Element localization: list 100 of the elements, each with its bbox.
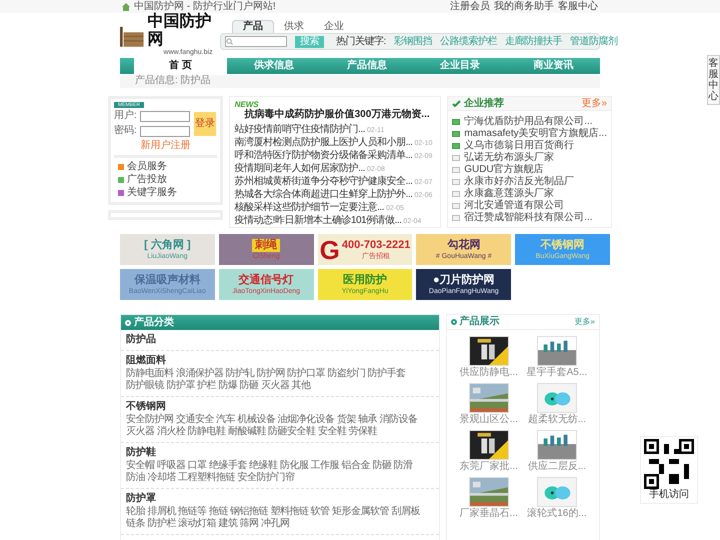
news-link[interactable]: 疫情动态!昨日新增本土确诊101例请做... (234, 215, 402, 227)
category-link[interactable]: 防护栏 (147, 518, 176, 529)
register-link[interactable]: 新用户注册 (140, 140, 190, 152)
login-button[interactable]: 登录 (194, 112, 216, 136)
enterprise-link[interactable]: 永康市好亦洁反光制品厂 (464, 176, 574, 188)
category-link[interactable]: 安全防护网 (126, 414, 174, 425)
category-link[interactable]: 防护轧 (226, 368, 254, 379)
category-link[interactable]: 汽车 (216, 414, 236, 425)
category-link[interactable]: 安全防护门帘 (237, 472, 294, 483)
category-link[interactable]: 铝合金 (341, 460, 370, 471)
category-link[interactable]: 工程塑料拖链 (178, 472, 236, 483)
top-link[interactable]: 我的商务助手 (494, 0, 554, 12)
category-link[interactable]: 矩形金属软管 (332, 506, 389, 517)
nav-tab[interactable]: 产品信息 (320, 58, 414, 74)
category-link[interactable]: 工作服 (310, 460, 340, 471)
category-link[interactable]: 交通安全 (176, 414, 214, 425)
news-link[interactable]: 站好疫情前哨守住疫情防护门... (234, 124, 365, 136)
category-heading[interactable]: 防护品 (126, 334, 434, 346)
category-link[interactable]: 护栏 (197, 380, 216, 391)
more-link[interactable]: 更多» (574, 316, 595, 328)
category-link[interactable]: 灭火器 (260, 380, 290, 391)
product-link[interactable]: 东莞厂家批... (460, 461, 518, 473)
enterprise-link[interactable]: 义乌市德翁日用百货商行 (464, 140, 574, 152)
search-tab[interactable]: 产品 (232, 20, 274, 33)
category-link[interactable]: 防爆 (218, 380, 238, 391)
nav-tab[interactable]: 首 页 (134, 58, 228, 74)
enterprise-link[interactable]: 宿迁赞成智能科技有限公司... (464, 212, 593, 224)
category-heading[interactable]: 防护罩 (126, 493, 434, 505)
category-link[interactable]: 防滑 (394, 460, 413, 471)
product-link[interactable]: 滚轮式16的... (527, 508, 587, 520)
service-float-tab[interactable]: 客服中心 (707, 55, 720, 105)
category-link[interactable]: 轮胎 (126, 506, 145, 517)
category-link[interactable]: 钢铝拖链 (230, 506, 268, 517)
category-link[interactable]: 货架 (336, 414, 356, 425)
category-link[interactable]: 油烟净化设备 (278, 414, 335, 425)
product-link[interactable]: 厂家垂晶石... (460, 508, 518, 520)
category-link[interactable]: 排屑机 (147, 506, 176, 517)
category-link[interactable]: 拖链 (208, 506, 228, 517)
news-link[interactable]: 苏州相城黄桥街道争分夺秒守护健康安全... (234, 176, 412, 188)
category-link[interactable]: 防化服 (280, 460, 308, 471)
enterprise-link[interactable]: 永康鑫意莲源头厂家 (464, 188, 554, 200)
product-link[interactable]: 超柔软无纺... (528, 414, 586, 426)
category-link[interactable]: 防护罩 (166, 380, 195, 391)
category-link[interactable]: 防砸安全鞋 (268, 426, 316, 437)
product-link[interactable]: 景观山区公... (460, 414, 518, 426)
category-link[interactable]: 灭火器 (126, 426, 154, 437)
category-link[interactable]: 轴承 (358, 414, 378, 425)
category-link[interactable]: 拖链等 (178, 506, 207, 517)
news-link[interactable]: 热城各大综合体商超进口生鲜穿上防护外... (234, 189, 412, 201)
search-tab[interactable]: 供求 (274, 20, 314, 33)
service-link[interactable]: 关键字服务 (118, 187, 177, 199)
enterprise-link[interactable]: 宁海优盾防护用品有限公司... (464, 116, 593, 128)
category-heading[interactable]: 阻燃面料 (126, 355, 434, 367)
category-link[interactable]: 安全鞋 (318, 426, 346, 437)
category-link[interactable]: 绝缘鞋 (249, 460, 278, 471)
category-link[interactable]: 浪涌保护器 (176, 368, 224, 379)
news-link[interactable]: 呼和浩特医疗防护物资分级储备采购清单... (234, 150, 412, 162)
category-link[interactable]: 防静电面料 (126, 368, 174, 379)
category-link[interactable]: 防油 (126, 472, 145, 483)
news-link[interactable]: 南湾厦村检测点防护服上医护人员和小朋... (234, 137, 412, 149)
nav-tab[interactable]: 供求信息 (227, 58, 320, 74)
category-link[interactable]: 筛网 (240, 518, 259, 529)
category-link[interactable]: 防砸 (240, 380, 259, 391)
search-tab[interactable]: 企业 (314, 20, 354, 33)
enterprise-link[interactable]: mamasafety美安明官方旗舰店... (464, 128, 607, 140)
product-link[interactable]: 星宇手套A5... (526, 367, 588, 379)
product-link[interactable]: 供应二层反... (528, 461, 586, 473)
category-link[interactable]: 冲孔网 (260, 518, 290, 529)
category-link[interactable]: 其他 (292, 380, 311, 391)
category-link[interactable]: 口罩 (188, 460, 207, 471)
news-link[interactable]: 核酸采样这些防护细节一定要注意... (234, 202, 384, 214)
top-link[interactable]: 注册会员 (450, 0, 490, 12)
top-link[interactable]: 客服中心 (558, 0, 598, 12)
category-link[interactable]: 软管 (310, 506, 330, 517)
category-link[interactable]: 冷却塔 (147, 472, 176, 483)
enterprise-link[interactable]: 河北安通管道有限公司 (464, 200, 564, 212)
category-link[interactable]: 防护口罩 (287, 368, 326, 379)
enterprise-link[interactable]: 弘诺无纺布源头厂家 (464, 152, 554, 164)
news-link[interactable]: 疫情期间老年人如何居家防护... (234, 163, 365, 175)
category-link[interactable]: 建筑 (218, 518, 238, 529)
category-link[interactable]: 机械设备 (237, 414, 276, 425)
category-link[interactable]: 塑料拖链 (270, 506, 308, 517)
category-link[interactable]: 滚动灯箱 (178, 518, 216, 529)
category-heading[interactable]: 防护鞋 (126, 447, 434, 459)
category-heading[interactable]: 不锈钢网 (126, 401, 434, 413)
category-link[interactable]: 防盗纱门 (327, 368, 366, 379)
category-link[interactable]: 呼吸器 (156, 460, 186, 471)
category-link[interactable]: 防静电鞋 (188, 426, 226, 437)
category-link[interactable]: 防砸 (372, 460, 392, 471)
category-link[interactable]: 防护眼镜 (126, 380, 164, 391)
enterprise-link[interactable]: GUDU官方旗舰店 (464, 164, 544, 176)
category-link[interactable]: 刮屑板 (391, 506, 420, 517)
news-headline[interactable]: 抗病毒中成药防护服价值300万港元物资... (234, 109, 436, 121)
category-link[interactable]: 安全帽 (126, 460, 154, 471)
category-link[interactable]: 防护网 (256, 368, 285, 379)
product-link[interactable]: 供应防静电... (460, 367, 518, 379)
category-link[interactable]: 劳保鞋 (348, 426, 378, 437)
nav-tab[interactable]: 企业目录 (414, 58, 507, 74)
service-link[interactable]: 会员服务 (118, 161, 167, 173)
category-link[interactable]: 耐酸碱鞋 (228, 426, 266, 437)
